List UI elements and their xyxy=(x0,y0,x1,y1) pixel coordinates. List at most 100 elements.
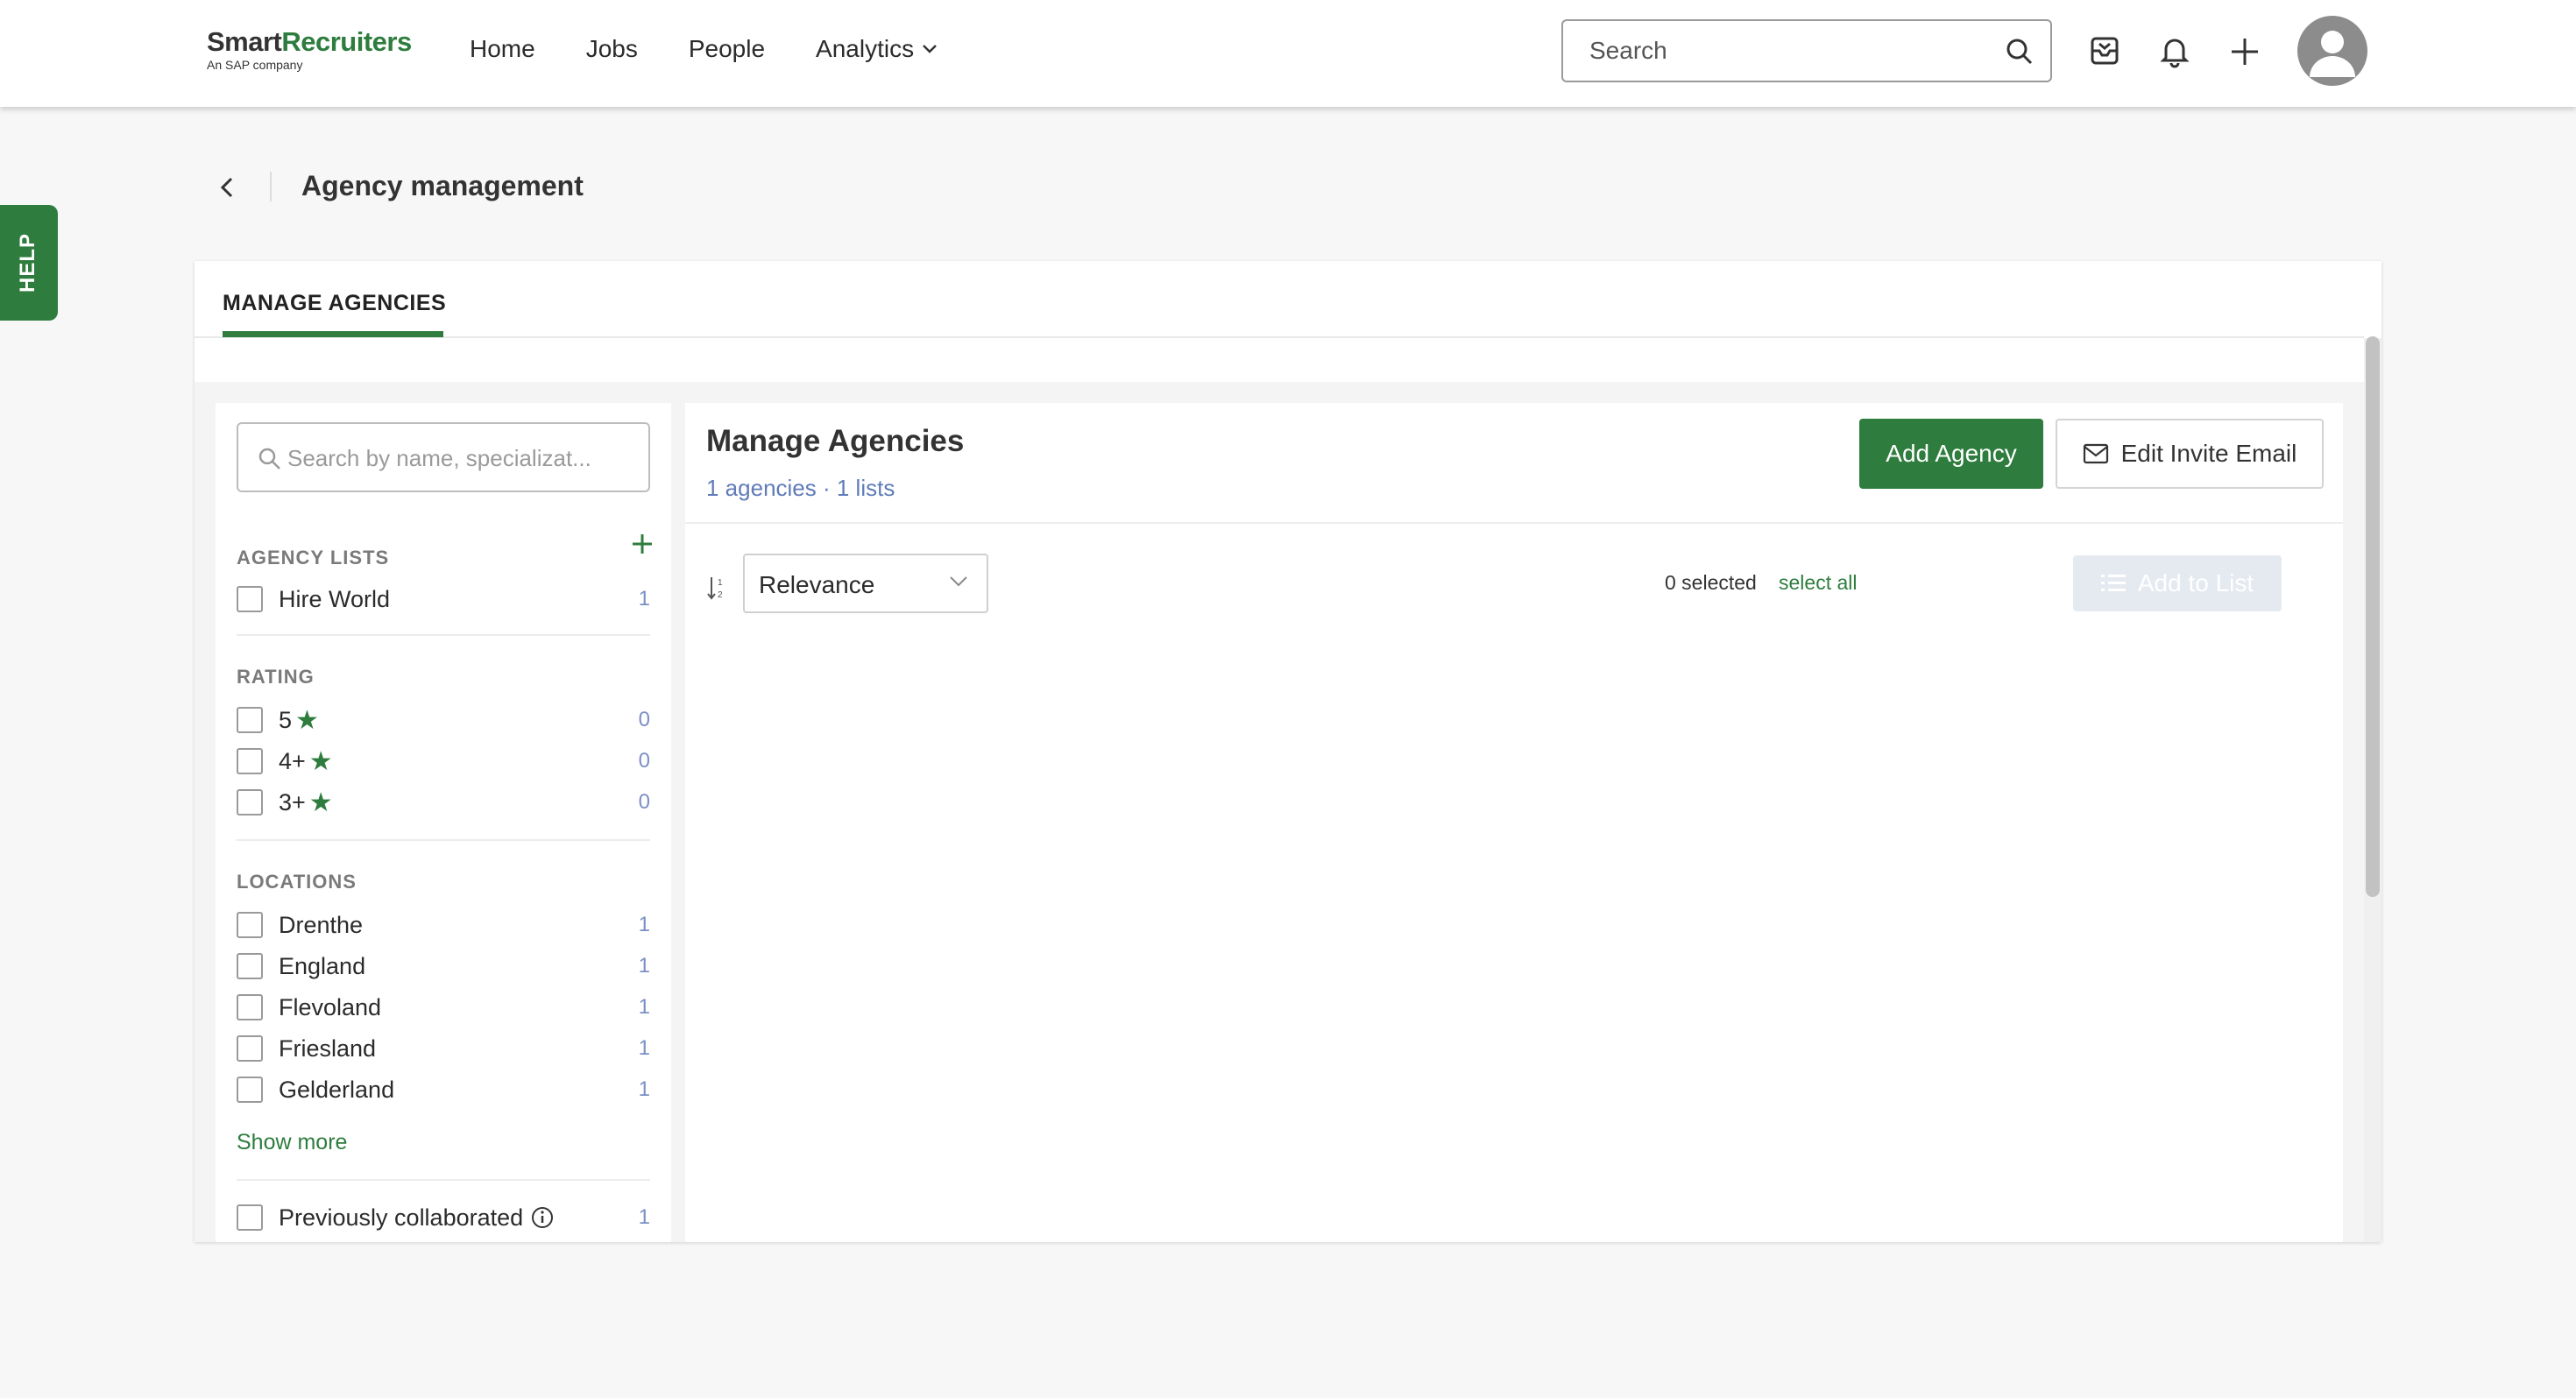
add-agency-button[interactable]: Add Agency xyxy=(1859,419,2043,489)
rating-label: 5 ★ xyxy=(279,705,319,736)
previously-collaborated-text: Previously collaborated xyxy=(279,1204,524,1231)
sort-select-value: Relevance xyxy=(759,571,875,598)
logo-main: Smart xyxy=(207,26,282,57)
list-icon xyxy=(2100,575,2126,591)
manage-agencies-card: MANAGE AGENCIES AGENCY LISTS Hire World … xyxy=(195,261,2381,1242)
location-count: 1 xyxy=(638,995,650,1019)
global-search xyxy=(1561,19,2052,82)
rating-value: 4+ xyxy=(279,747,306,774)
agency-list-count: 1 xyxy=(638,587,650,611)
checkbox[interactable] xyxy=(237,748,263,774)
search-icon xyxy=(258,448,280,470)
header-divider xyxy=(270,172,272,201)
nav-analytics-label: Analytics xyxy=(816,35,915,62)
location-filter[interactable]: Flevoland 1 xyxy=(237,990,650,1025)
logo-subtitle: An SAP company xyxy=(207,58,303,72)
rating-label: 3+ ★ xyxy=(279,787,333,818)
agencies-panel: Manage Agencies 1 agencies · 1 lists Add… xyxy=(685,403,2343,1242)
location-filter[interactable]: Friesland 1 xyxy=(237,1031,650,1066)
svg-text:2: 2 xyxy=(718,590,723,600)
checkbox[interactable] xyxy=(237,994,263,1020)
nav-analytics[interactable]: Analytics xyxy=(816,35,938,63)
rating-value: 3+ xyxy=(279,788,306,816)
add-list-icon[interactable] xyxy=(631,533,654,555)
add-to-list-button[interactable]: Add to List xyxy=(2073,555,2282,611)
agency-list-label: Hire World xyxy=(279,585,391,612)
location-label: Flevoland xyxy=(279,993,382,1020)
sort-icon[interactable]: 12 xyxy=(706,575,729,601)
filter-sidebar: AGENCY LISTS Hire World 1 RATING 5★ 0 4+… xyxy=(216,403,671,1242)
scrollbar-thumb[interactable] xyxy=(2366,336,2380,897)
previously-collaborated-label: Previously collaborated xyxy=(279,1204,555,1232)
edit-invite-email-label: Edit Invite Email xyxy=(2120,440,2297,467)
checkbox[interactable] xyxy=(237,789,263,816)
location-filter[interactable]: Drenthe 1 xyxy=(237,907,650,943)
info-icon[interactable] xyxy=(530,1205,555,1230)
divider xyxy=(237,839,650,841)
page-title: Agency management xyxy=(301,170,584,201)
help-label: HELP xyxy=(16,232,39,293)
previously-collaborated-filter[interactable]: Previously collaborated 1 xyxy=(237,1200,650,1235)
panel-subtitle: 1 agencies · 1 lists xyxy=(706,475,895,501)
svg-text:1: 1 xyxy=(718,578,723,588)
location-label: Gelderland xyxy=(279,1076,395,1103)
inbox-icon[interactable] xyxy=(2089,33,2120,68)
rating-value: 5 xyxy=(279,706,293,733)
selected-count: 0 selected xyxy=(1665,571,1757,594)
checkbox[interactable] xyxy=(237,707,263,733)
user-icon xyxy=(2310,31,2355,77)
checkbox[interactable] xyxy=(237,953,263,979)
nav-home[interactable]: Home xyxy=(470,35,535,63)
rating-filter-5[interactable]: 5 ★ 0 xyxy=(237,703,650,738)
divider xyxy=(685,522,2343,524)
location-label: England xyxy=(279,952,366,979)
rating-count: 0 xyxy=(638,749,650,773)
nav-people[interactable]: People xyxy=(689,35,765,63)
checkbox[interactable] xyxy=(237,1204,263,1231)
divider xyxy=(237,1179,650,1181)
checkbox[interactable] xyxy=(237,1035,263,1062)
location-count: 1 xyxy=(638,1077,650,1101)
main-nav: Home Jobs People Analytics xyxy=(470,35,989,63)
star-icon: ★ xyxy=(308,787,333,817)
tab-manage-agencies[interactable]: MANAGE AGENCIES xyxy=(223,291,446,316)
search-icon[interactable] xyxy=(2005,37,2035,67)
top-navigation: SmartRecruiters An SAP company Home Jobs… xyxy=(0,0,2576,107)
checkbox[interactable] xyxy=(237,912,263,938)
rating-filter-4[interactable]: 4+ ★ 0 xyxy=(237,744,650,779)
nav-jobs[interactable]: Jobs xyxy=(586,35,638,63)
logo-accent: Recruiters xyxy=(281,26,412,57)
rating-label: 4+ ★ xyxy=(279,746,333,777)
chevron-down-icon xyxy=(950,576,967,587)
select-all-link[interactable]: select all xyxy=(1779,571,1857,595)
location-label: Friesland xyxy=(279,1034,377,1062)
active-tab-indicator xyxy=(223,331,443,337)
show-more-link[interactable]: Show more xyxy=(237,1130,347,1155)
user-avatar[interactable] xyxy=(2297,16,2367,86)
smartrecruiters-logo[interactable]: SmartRecruiters An SAP company xyxy=(207,26,412,72)
bell-icon[interactable] xyxy=(2159,33,2190,68)
star-icon: ★ xyxy=(308,746,333,776)
location-filter[interactable]: England 1 xyxy=(237,949,650,984)
agency-search xyxy=(237,422,650,492)
chevron-down-icon xyxy=(923,45,937,53)
previously-collaborated-count: 1 xyxy=(638,1205,650,1229)
rating-title: RATING xyxy=(237,666,315,688)
rating-filter-3[interactable]: 3+ ★ 0 xyxy=(237,785,650,820)
tab-bar: MANAGE AGENCIES xyxy=(195,261,2364,338)
location-count: 1 xyxy=(638,1036,650,1060)
checkbox[interactable] xyxy=(237,1077,263,1103)
global-search-input[interactable] xyxy=(1589,37,1975,65)
help-tab[interactable]: HELP xyxy=(0,205,58,321)
edit-invite-email-button[interactable]: Edit Invite Email xyxy=(2056,419,2324,489)
location-filter[interactable]: Gelderland 1 xyxy=(237,1072,650,1107)
agency-lists-title: AGENCY LISTS xyxy=(237,547,390,568)
plus-icon[interactable] xyxy=(2229,33,2261,68)
agency-search-input[interactable] xyxy=(287,445,638,472)
checkbox[interactable] xyxy=(237,586,263,612)
back-icon[interactable] xyxy=(216,173,237,201)
agency-list-item[interactable]: Hire World 1 xyxy=(237,582,650,617)
add-to-list-label: Add to List xyxy=(2137,569,2254,597)
sort-select[interactable]: Relevance xyxy=(743,554,988,613)
location-label: Drenthe xyxy=(279,911,364,938)
